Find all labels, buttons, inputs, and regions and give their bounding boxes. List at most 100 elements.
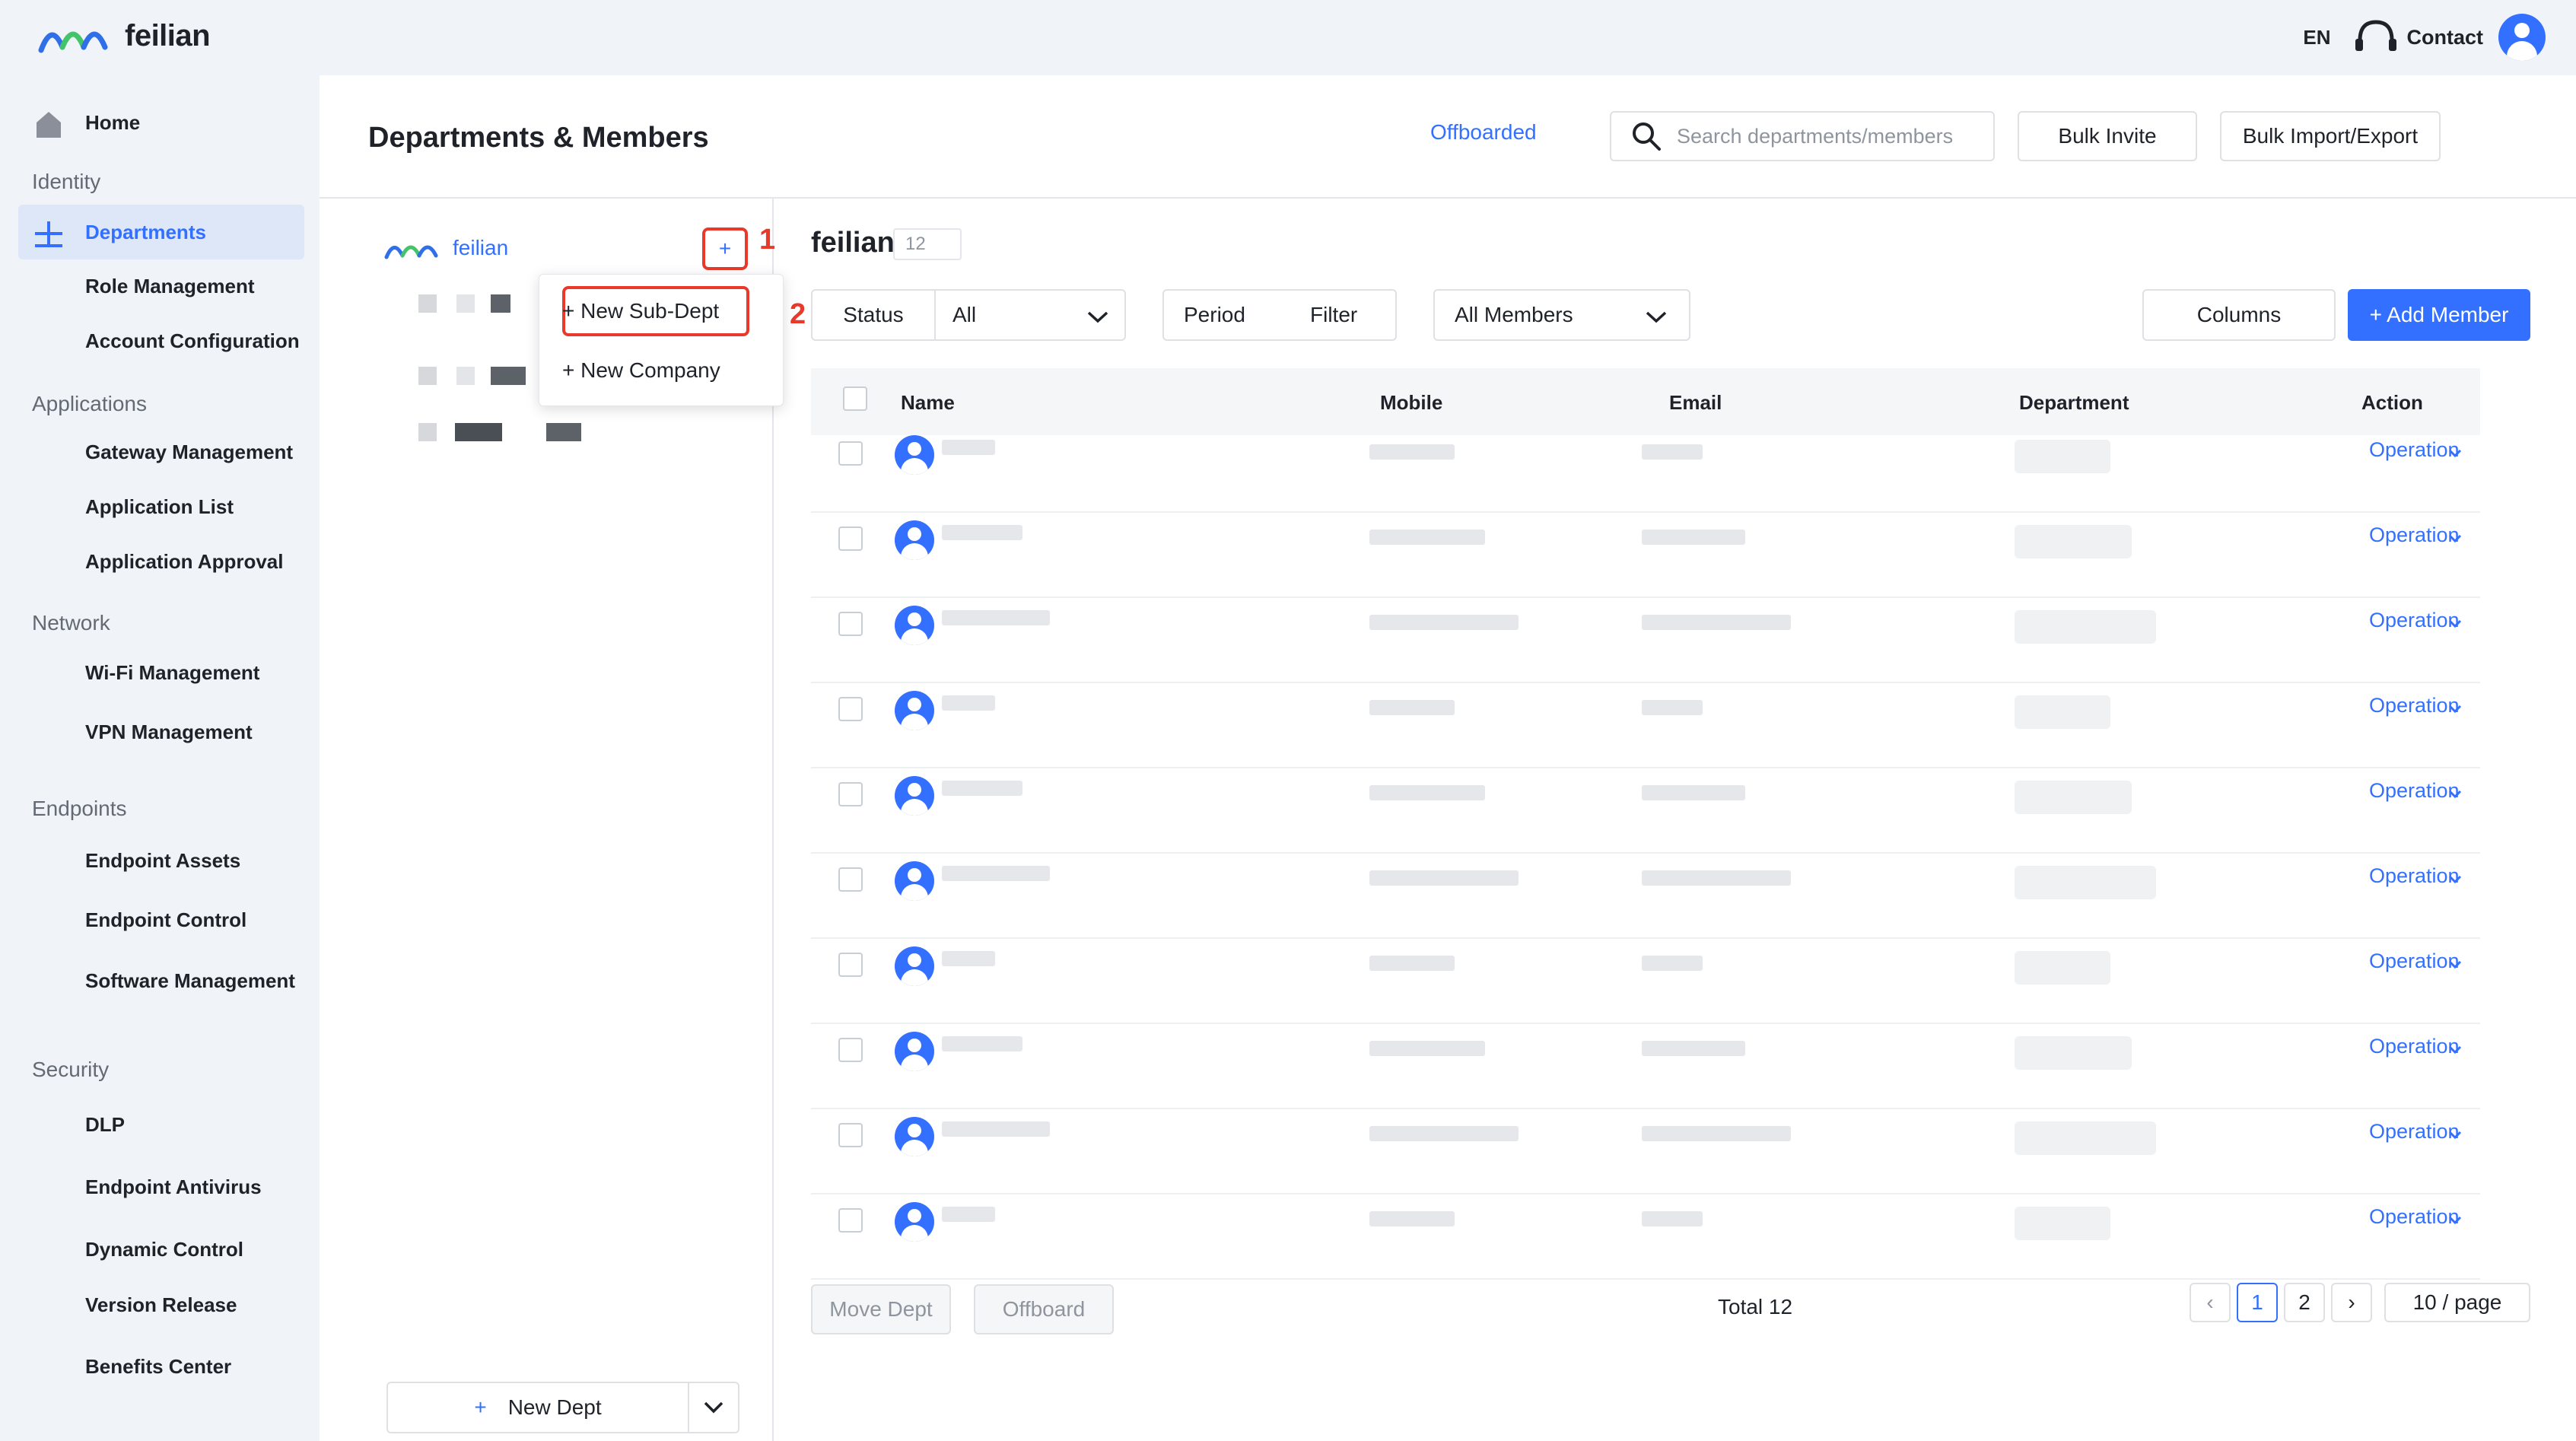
operation-link[interactable]: Operation — [2369, 1205, 2460, 1229]
status-select[interactable]: All — [934, 289, 1126, 341]
page-size-select[interactable]: 10 / page — [2384, 1283, 2530, 1322]
sidebar-item-dlp[interactable]: DLP — [18, 1097, 304, 1152]
user-avatar-icon[interactable] — [2498, 14, 2546, 61]
members-select-value: All Members — [1455, 303, 1573, 326]
row-checkbox[interactable] — [838, 953, 863, 977]
brand-logo[interactable]: feilian — [38, 17, 211, 55]
row-checkbox[interactable] — [838, 612, 863, 636]
column-header-email[interactable]: Email — [1669, 391, 1722, 415]
move-dept-button[interactable]: Move Dept — [811, 1284, 951, 1334]
column-header-mobile[interactable]: Mobile — [1380, 391, 1442, 415]
column-header-action[interactable]: Action — [2361, 391, 2423, 415]
table-row[interactable]: Operation — [811, 513, 2480, 598]
sidebar-item-benefits-center[interactable]: Benefits Center — [18, 1339, 304, 1394]
page-button-1[interactable]: 1 — [2237, 1283, 2278, 1322]
search-input[interactable] — [1677, 124, 1981, 148]
chevron-down-icon — [2448, 1216, 2462, 1225]
row-checkbox[interactable] — [838, 697, 863, 721]
mobile-placeholder — [1369, 1041, 1485, 1056]
offboarded-link[interactable]: Offboarded — [1430, 120, 1537, 145]
email-placeholder — [1642, 1211, 1703, 1226]
row-checkbox[interactable] — [838, 1208, 863, 1233]
sidebar-item-endpoint-antivirus[interactable]: Endpoint Antivirus — [18, 1159, 304, 1214]
sidebar-item-role-management[interactable]: Role Management — [18, 259, 304, 313]
sidebar-item-label: DLP — [85, 1112, 125, 1136]
tree-root-node[interactable]: feilian — [384, 236, 508, 260]
row-checkbox[interactable] — [838, 1123, 863, 1147]
status-select-value: All — [952, 303, 977, 326]
table-row[interactable]: Operation — [811, 939, 2480, 1024]
page-button-2[interactable]: 2 — [2284, 1283, 2325, 1322]
sidebar-item-gateway-management[interactable]: Gateway Management — [18, 425, 304, 479]
table-row[interactable]: Operation — [811, 1024, 2480, 1109]
sidebar-item-label: Endpoint Assets — [85, 848, 241, 872]
period-filter[interactable]: Period Filter — [1162, 289, 1397, 341]
table-row[interactable]: Operation — [811, 598, 2480, 683]
table-row[interactable]: Operation — [811, 854, 2480, 939]
user-avatar-icon — [895, 520, 934, 560]
plus-icon: + — [474, 1395, 487, 1419]
row-checkbox[interactable] — [838, 526, 863, 551]
email-placeholder — [1642, 870, 1791, 886]
add-dept-button[interactable]: + — [702, 227, 748, 270]
name-placeholder — [942, 695, 995, 711]
column-header-department[interactable]: Department — [2019, 391, 2129, 415]
bulk-invite-button[interactable]: Bulk Invite — [2018, 111, 2197, 161]
sidebar-item-endpoint-assets[interactable]: Endpoint Assets — [18, 833, 304, 888]
sidebar-item-software-management[interactable]: Software Management — [18, 953, 304, 1008]
bulk-import-export-button[interactable]: Bulk Import/Export — [2220, 111, 2441, 161]
tree-node-placeholder — [491, 294, 510, 313]
sidebar-item-application-approval[interactable]: Application Approval — [18, 534, 304, 589]
new-dept-button[interactable]: + New Dept — [386, 1382, 689, 1433]
new-dept-dropdown-toggle[interactable] — [688, 1382, 739, 1433]
top-bar: feilian EN Contact — [0, 0, 2576, 75]
sidebar-item-departments[interactable]: Departments — [18, 205, 304, 259]
email-placeholder — [1642, 700, 1703, 715]
operation-link[interactable]: Operation — [2369, 609, 2460, 632]
sidebar-item-version-release[interactable]: Version Release — [18, 1277, 304, 1332]
table-row[interactable]: Operation — [811, 428, 2480, 513]
table-row[interactable]: Operation — [811, 1109, 2480, 1194]
column-header-name[interactable]: Name — [901, 391, 955, 415]
row-checkbox[interactable] — [838, 867, 863, 892]
sidebar-item-endpoint-control[interactable]: Endpoint Control — [18, 892, 304, 947]
name-placeholder — [942, 866, 1050, 881]
add-member-button[interactable]: + Add Member — [2348, 289, 2530, 341]
row-checkbox[interactable] — [838, 1038, 863, 1062]
sidebar-item-vpn-management[interactable]: VPN Management — [18, 705, 304, 759]
period-label: Period — [1184, 303, 1245, 326]
sidebar-item-home[interactable]: Home — [18, 95, 304, 150]
menu-item-new-company[interactable]: + New Company — [562, 358, 720, 383]
operation-link[interactable]: Operation — [2369, 950, 2460, 973]
operation-link[interactable]: Operation — [2369, 779, 2460, 803]
table-row[interactable]: Operation — [811, 1194, 2480, 1280]
chevron-down-icon — [2448, 960, 2462, 969]
sidebar-item-label: Home — [85, 110, 141, 134]
row-checkbox[interactable] — [838, 441, 863, 466]
operation-link[interactable]: Operation — [2369, 523, 2460, 547]
contact-button[interactable]: Contact — [2354, 19, 2483, 56]
table-row[interactable]: Operation — [811, 768, 2480, 854]
columns-button[interactable]: Columns — [2142, 289, 2336, 341]
operation-link[interactable]: Operation — [2369, 1120, 2460, 1144]
operation-link[interactable]: Operation — [2369, 1035, 2460, 1058]
next-page-button[interactable]: › — [2331, 1283, 2372, 1322]
operation-link[interactable]: Operation — [2369, 438, 2460, 462]
sidebar-item-application-list[interactable]: Application List — [18, 479, 304, 534]
operation-link[interactable]: Operation — [2369, 694, 2460, 717]
sidebar-item-account-configuration[interactable]: Account Configuration — [18, 313, 304, 368]
row-checkbox[interactable] — [838, 782, 863, 806]
prev-page-button[interactable]: ‹ — [2190, 1283, 2231, 1322]
members-select[interactable]: All Members — [1433, 289, 1690, 341]
search-box[interactable] — [1610, 111, 1995, 161]
table-row[interactable]: Operation — [811, 683, 2480, 768]
menu-item-new-sub-dept[interactable]: + New Sub-Dept — [562, 299, 719, 323]
offboard-button[interactable]: Offboard — [974, 1284, 1114, 1334]
sidebar-item-wifi-management[interactable]: Wi-Fi Management — [18, 645, 304, 700]
operation-link[interactable]: Operation — [2369, 864, 2460, 888]
language-switch[interactable]: EN — [2303, 26, 2330, 49]
mobile-placeholder — [1369, 530, 1485, 545]
select-all-checkbox[interactable] — [843, 386, 867, 411]
sidebar-item-dynamic-control[interactable]: Dynamic Control — [18, 1222, 304, 1277]
sidebar-item-label: Version Release — [85, 1293, 237, 1316]
